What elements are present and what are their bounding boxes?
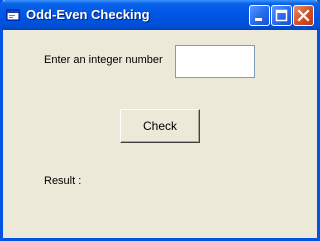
prompt-label: Enter an integer number [44,54,163,66]
app-icon[interactable] [6,8,20,22]
close-icon [297,9,310,22]
maximize-icon [275,9,288,22]
check-button[interactable]: Check [120,109,200,143]
close-button[interactable] [293,5,314,26]
minimize-icon [255,18,262,21]
window-title: Odd-Even Checking [26,7,150,22]
maximize-button[interactable] [271,5,292,26]
title-bar[interactable]: Odd-Even Checking [0,0,320,30]
result-label: Result : [44,175,82,187]
integer-input[interactable] [175,45,255,78]
minimize-button[interactable] [249,5,270,26]
app-window: Odd-Even Checking Enter an integer numbe… [0,0,320,241]
